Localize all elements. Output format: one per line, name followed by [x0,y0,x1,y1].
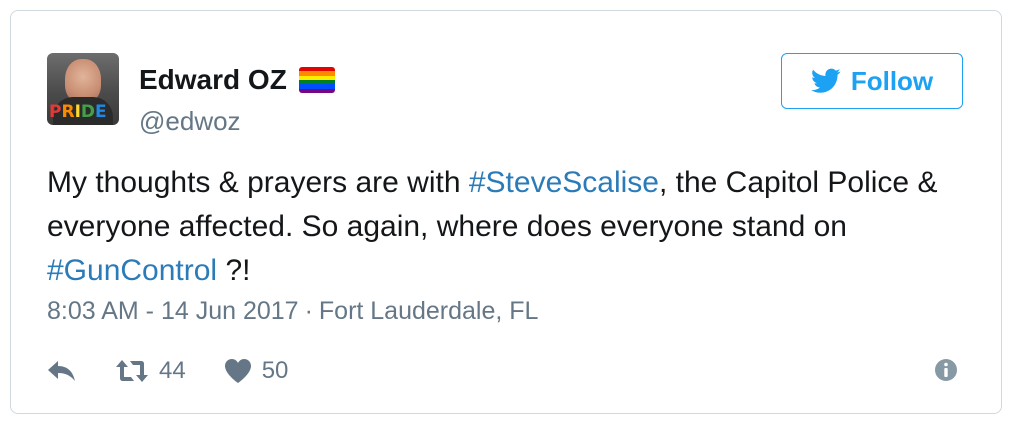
display-name[interactable]: Edward OZ [139,63,335,97]
like-count: 50 [261,357,289,384]
meta-separator: · [304,297,313,325]
tweet-location[interactable]: Fort Lauderdale, FL [319,297,539,325]
display-name-text[interactable]: Edward OZ [139,63,287,97]
retweet-button[interactable]: 44 [115,357,186,385]
reply-icon [48,361,75,381]
heart-icon [224,359,251,383]
hashtag-link-stevescalise[interactable]: #SteveScalise [469,166,659,199]
rainbow-flag-icon [298,67,335,93]
twitter-bird-icon [810,68,841,93]
tweet-card: PRIDE Edward OZ @edwoz Follow My thought… [10,10,1002,414]
tweet-text: My thoughts & prayers are with #SteveSca… [47,166,938,287]
tweet-timestamp[interactable]: 8:03 AM - 14 Jun 2017 [47,297,299,325]
tweet-actions: 44 50 [47,351,288,391]
hashtag-link-guncontrol[interactable]: #GunControl [47,254,217,287]
avatar[interactable]: PRIDE [47,53,119,125]
like-button[interactable]: 50 [224,357,289,385]
info-icon[interactable] [933,357,959,383]
tweet-meta: 8:03 AM - 14 Jun 2017 · Fort Lauderdale, F… [47,295,538,327]
user-handle[interactable]: @edwoz [139,105,241,137]
retweet-icon [116,360,148,382]
reply-button[interactable] [47,359,77,383]
retweet-count: 44 [159,357,186,384]
avatar-pride-text: PRIDE [49,102,107,122]
follow-button[interactable]: Follow [781,53,963,109]
follow-button-label: Follow [850,65,934,96]
